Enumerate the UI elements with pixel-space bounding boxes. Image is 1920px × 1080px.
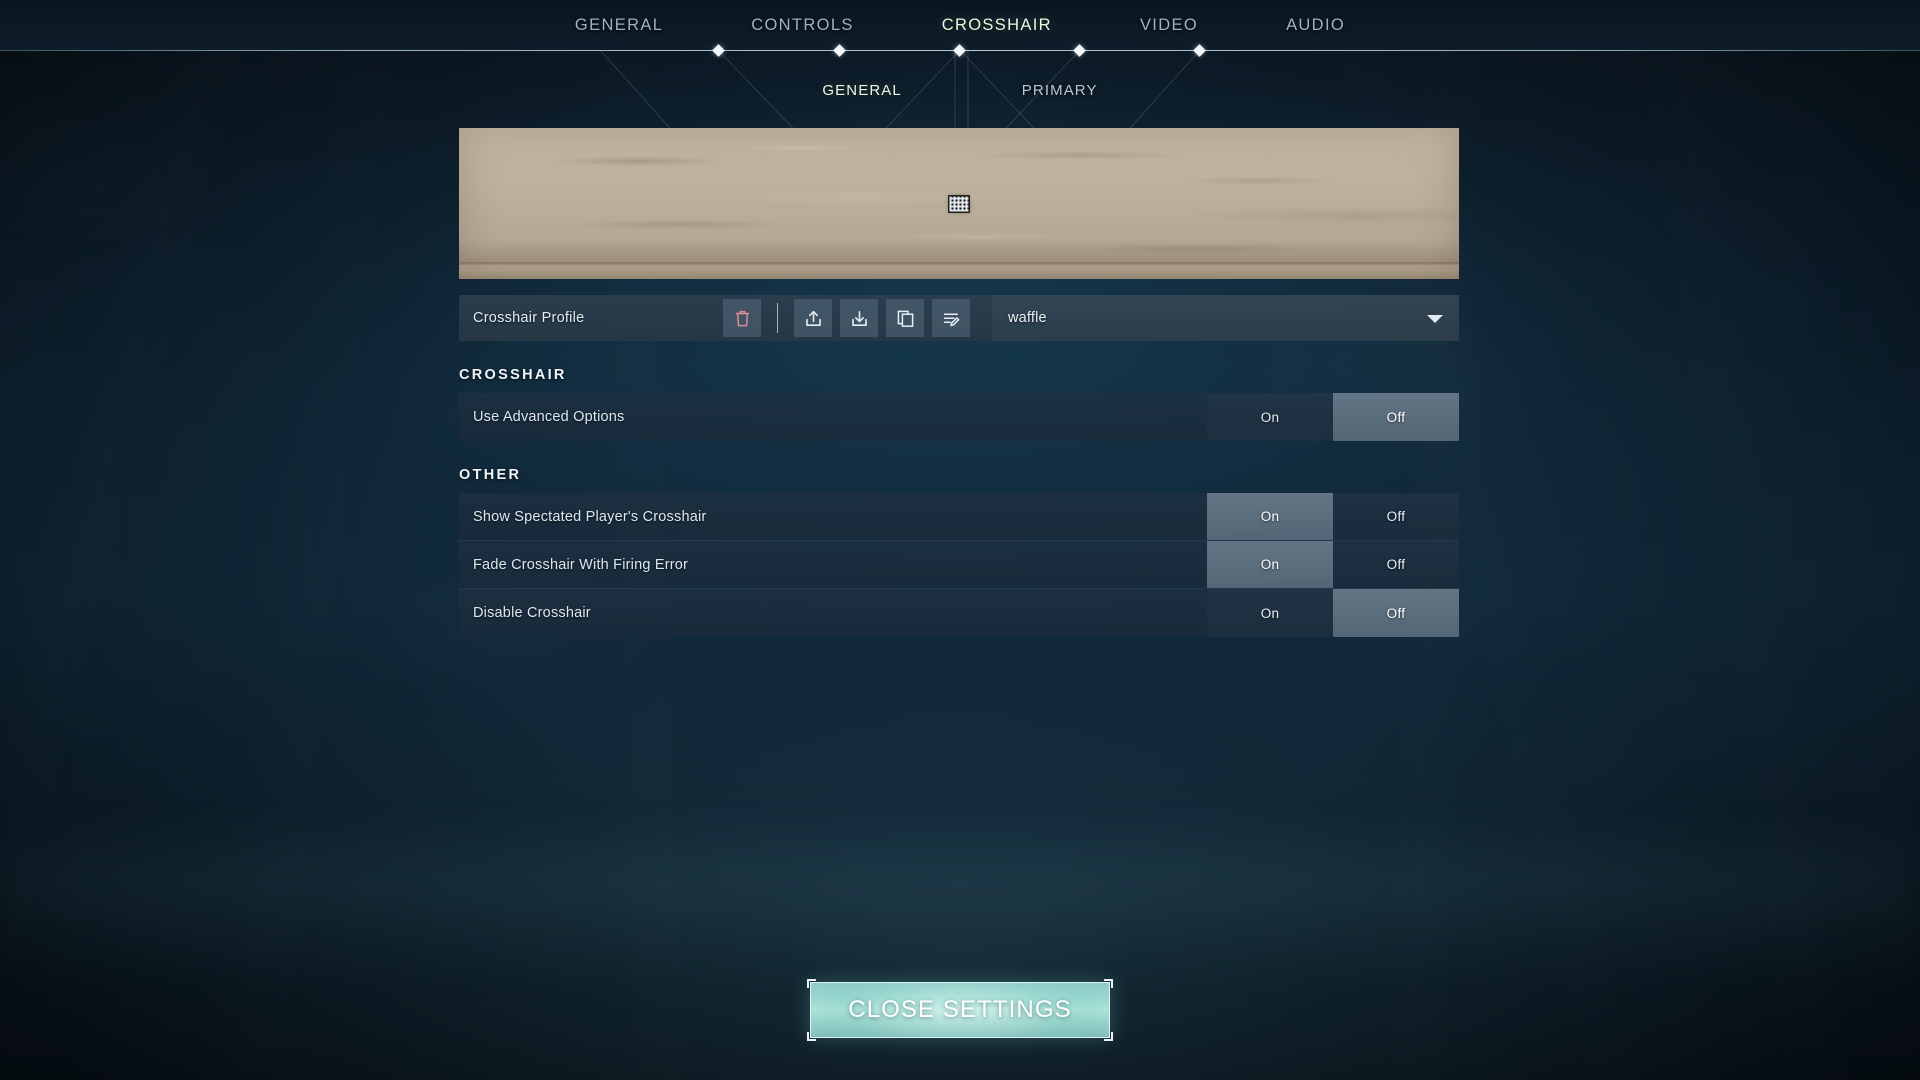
toggle-use-advanced-options-off[interactable]: Off [1333,393,1459,441]
toggle-disable-crosshair-off[interactable]: Off [1333,589,1459,637]
corner-tick-bottom-right-icon [1104,1032,1113,1041]
close-settings-area: CLOSE SETTINGS [807,979,1113,1041]
profile-action-buttons [723,299,970,337]
tab-crosshair-label: CROSSHAIR [941,15,1052,34]
crosshair-grid [949,196,969,211]
toggle-show-spectated-players-crosshair-off[interactable]: Off [1333,493,1459,540]
corner-tick-top-left-icon [807,979,816,988]
crosshair-settings-rows: Use Advanced Options On Off [459,393,1459,441]
row-use-advanced-options: Use Advanced Options On Off [459,393,1459,441]
toggle-fade-crosshair-with-firing-error-off[interactable]: Off [1333,541,1459,588]
other-settings-rows: Show Spectated Player's Crosshair On Off… [459,493,1459,637]
close-settings-button[interactable]: CLOSE SETTINGS [807,979,1113,1041]
crosshair-glyph [943,191,975,216]
chevron-down-icon [1427,315,1443,323]
section-title-crosshair: CROSSHAIR [459,367,567,383]
crosshair-profile-bar: Crosshair Profile waffle [459,295,1459,341]
nav-diamond-markers [0,43,1920,57]
subtab-general[interactable]: GENERAL [812,82,911,99]
row-label-show-spectated-players-crosshair: Show Spectated Player's Crosshair [473,508,707,525]
crosshair-subtabs: GENERAL PRIMARY [0,76,1920,104]
trash-icon [734,309,751,328]
corner-tick-top-right-icon [1104,979,1113,988]
tab-general[interactable]: GENERAL [565,16,673,35]
preview-wall-band [459,262,1459,267]
row-label-use-advanced-options: Use Advanced Options [473,409,625,425]
toggle-disable-crosshair-on[interactable]: On [1207,589,1333,637]
settings-content: Crosshair Profile waffle CROSSHAIR Use A… [459,128,1459,637]
import-profile-button[interactable] [794,299,832,337]
tab-audio-label: AUDIO [1286,15,1346,34]
tab-video[interactable]: VIDEO [1130,16,1208,35]
crosshair-profile-dropdown[interactable]: waffle [992,295,1459,341]
subtab-primary-label: PRIMARY [1021,81,1098,99]
subtab-general-label: GENERAL [822,81,902,99]
row-show-spectated-players-crosshair: Show Spectated Player's Crosshair On Off [459,493,1459,541]
crosshair-preview-panel [459,128,1459,279]
export-profile-button[interactable] [840,299,878,337]
tab-controls-label: CONTROLS [751,15,854,34]
rename-profile-button[interactable] [932,299,970,337]
crosshair-profile-value: waffle [1008,310,1047,326]
tab-crosshair[interactable]: CROSSHAIR [932,16,1062,35]
toggle-show-spectated-players-crosshair-on[interactable]: On [1207,493,1333,540]
row-label-disable-crosshair: Disable Crosshair [473,605,591,621]
profile-actions-divider [777,303,778,333]
duplicate-profile-button[interactable] [886,299,924,337]
row-label-fade-crosshair-with-firing-error: Fade Crosshair With Firing Error [473,556,689,573]
crosshair-profile-label: Crosshair Profile [473,310,585,326]
close-settings-label: CLOSE SETTINGS [848,996,1072,1023]
upload-icon [804,309,823,328]
toggle-fade-crosshair-with-firing-error-on[interactable]: On [1207,541,1333,588]
subtab-primary[interactable]: PRIMARY [1012,82,1108,99]
rename-icon [942,309,961,328]
settings-screen: GENERAL CONTROLS CROSSHAIR VIDEO AUDIO G… [0,0,1920,1080]
corner-tick-bottom-left-icon [807,1032,816,1041]
copy-icon [896,309,915,328]
row-fade-crosshair-with-firing-error: Fade Crosshair With Firing Error On Off [459,541,1459,589]
download-icon [850,309,869,328]
background-haze [0,810,1920,990]
tab-general-label: GENERAL [574,15,664,34]
delete-profile-button[interactable] [723,299,761,337]
tab-controls[interactable]: CONTROLS [741,16,863,35]
section-title-other: OTHER [459,467,522,483]
tab-audio[interactable]: AUDIO [1276,16,1355,35]
tab-video-label: VIDEO [1139,15,1199,34]
settings-tabs: GENERAL CONTROLS CROSSHAIR VIDEO AUDIO [0,0,1920,50]
row-disable-crosshair: Disable Crosshair On Off [459,589,1459,637]
toggle-use-advanced-options-on[interactable]: On [1207,393,1333,441]
